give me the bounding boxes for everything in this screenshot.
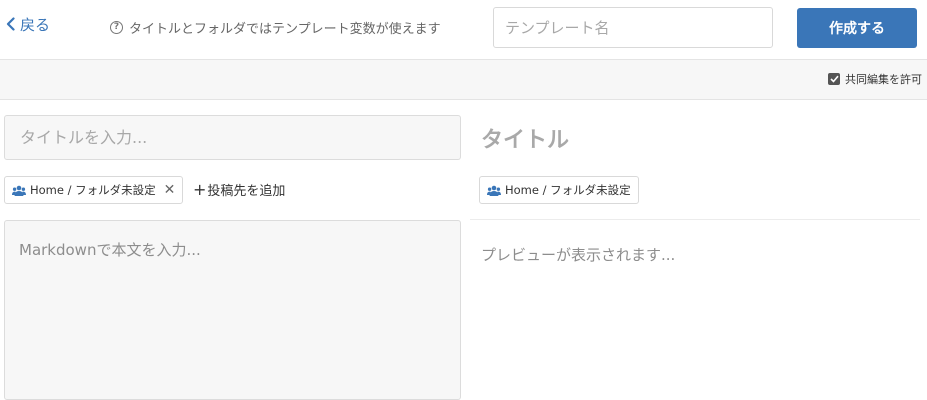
template-name-input[interactable] [493,7,773,48]
back-label: 戻る [20,15,51,34]
preview-title: タイトル [481,128,570,153]
template-variable-hint: ? タイトルとフォルダではテンプレート変数が使えます [110,18,441,37]
close-icon[interactable]: ✕ [164,183,176,197]
question-circle-icon: ? [110,21,123,34]
users-icon [487,185,501,196]
preview-divider [470,219,920,220]
folder-chip-label: Home / フォルダ未設定 [30,183,156,197]
create-button[interactable]: 作成する [797,8,917,48]
preview-folder-label: Home / フォルダ未設定 [505,183,631,197]
options-bar: 共同編集を許可 [0,60,927,100]
back-link[interactable]: 戻る [6,13,50,35]
allow-collab-toggle[interactable]: 共同編集を許可 [828,71,922,87]
chevron-left-icon [6,17,20,31]
folder-chip[interactable]: Home / フォルダ未設定 ✕ [4,176,184,204]
title-input[interactable] [4,115,461,160]
add-destination-button[interactable]: + 投稿先を追加 [193,180,285,199]
preview-body-placeholder: プレビューが表示されます... [481,246,676,264]
header: 戻る ? タイトルとフォルダではテンプレート変数が使えます 作成する [0,0,927,60]
preview-folder-chip: Home / フォルダ未設定 [479,176,639,204]
hint-text: タイトルとフォルダではテンプレート変数が使えます [129,22,441,37]
users-icon [12,185,26,196]
check-icon[interactable] [828,73,840,85]
allow-collab-label: 共同編集を許可 [845,73,922,86]
plus-icon: + [193,179,207,199]
add-destination-label: 投稿先を追加 [207,184,286,199]
markdown-body-editor[interactable] [4,220,461,400]
